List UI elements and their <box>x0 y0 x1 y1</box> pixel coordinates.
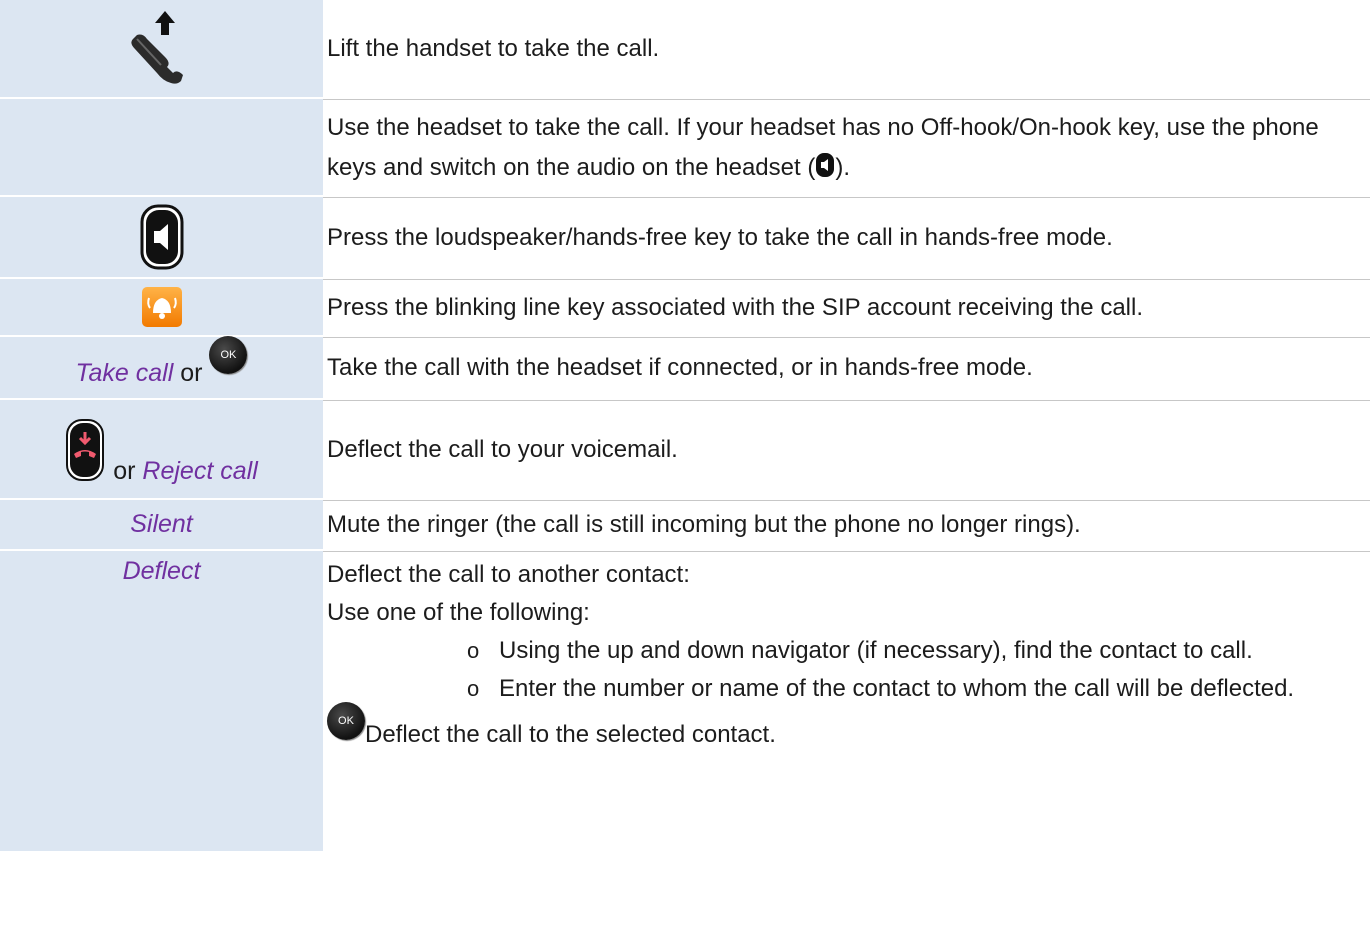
sub-item-text: Using the up and down navigator (if nece… <box>499 637 1253 664</box>
table-row: Lift the handset to take the call. <box>0 0 1370 99</box>
row-text: Mute the ringer (the call is still incom… <box>327 511 1081 538</box>
icon-cell <box>0 197 323 277</box>
icon-cell: Deflect <box>0 551 323 851</box>
row-text: Press the loudspeaker/hands-free key to … <box>327 223 1113 251</box>
icon-cell: or Reject call <box>0 400 323 498</box>
description-cell: Press the loudspeaker/hands-free key to … <box>323 197 1370 277</box>
row-text-line2: Use one of the following: <box>327 599 590 626</box>
icon-cell <box>0 99 323 195</box>
final-line: OK Deflect the call to the selected conta… <box>327 702 1370 754</box>
icon-cell: Silent <box>0 500 323 549</box>
table-row: Deflect Deflect the call to another cont… <box>0 551 1370 851</box>
or-text: or <box>180 359 203 387</box>
hangup-key-icon <box>66 419 105 481</box>
table-row: Take call or OK Take the call with the h… <box>0 336 1370 400</box>
row-text: Press the blinking line key associated w… <box>327 293 1143 321</box>
icon-cell <box>0 0 323 97</box>
icon-cell: Take call or OK <box>0 336 323 398</box>
description-cell: Deflect the call to another contact: Use… <box>323 551 1370 851</box>
or-text: or <box>113 457 136 485</box>
row-text: Deflect the call to your voicemail. <box>327 435 678 463</box>
handset-lift-icon <box>130 10 183 84</box>
row-text: Take the call with the headset if connec… <box>327 354 1033 381</box>
instructions-table: Lift the handset to take the call. Use t… <box>0 0 1370 851</box>
table-row: or Reject call Deflect the call to your … <box>0 400 1370 500</box>
description-cell: Take the call with the headset if connec… <box>323 337 1370 398</box>
description-cell: Mute the ringer (the call is still incom… <box>323 500 1370 549</box>
softkey-deflect: Deflect <box>122 557 201 585</box>
bullet: o <box>467 676 480 701</box>
softkey-reject-call: Reject call <box>142 457 258 485</box>
ok-label: OK <box>338 715 354 727</box>
softkey-take-call: Take call <box>75 359 174 387</box>
line-key-bell-icon <box>141 287 182 327</box>
row-text-part2: ). <box>835 153 850 181</box>
row-text-line1: Deflect the call to another contact: <box>327 561 690 588</box>
ok-label: OK <box>220 349 237 361</box>
table-row: Press the loudspeaker/hands-free key to … <box>0 197 1370 279</box>
list-item: o Using the up and down navigator (if ne… <box>467 632 1370 670</box>
loudspeaker-key-icon <box>140 204 183 270</box>
bullet: o <box>467 638 480 663</box>
table-row: Silent Mute the ringer (the call is stil… <box>0 500 1370 551</box>
sub-list: o Using the up and down navigator (if ne… <box>327 632 1370 708</box>
loudspeaker-key-icon <box>816 152 835 177</box>
icon-cell <box>0 279 323 335</box>
list-item: o Enter the number or name of the contac… <box>467 670 1370 708</box>
sub-item-text: Enter the number or name of the contact … <box>499 675 1295 702</box>
ok-key-icon: OK <box>209 336 248 374</box>
description-cell: Press the blinking line key associated w… <box>323 279 1370 335</box>
row-text: Use the headset to take the call. If you… <box>327 108 1370 188</box>
description-cell: Use the headset to take the call. If you… <box>323 99 1370 195</box>
softkey-silent: Silent <box>130 510 193 538</box>
description-cell: Lift the handset to take the call. <box>323 0 1370 97</box>
table-row: Press the blinking line key associated w… <box>0 279 1370 337</box>
row-text: Lift the handset to take the call. <box>327 34 660 62</box>
final-text: Deflect the call to the selected contact… <box>365 721 776 748</box>
description-cell: Deflect the call to your voicemail. <box>323 400 1370 498</box>
ok-key-icon: OK <box>327 702 365 740</box>
table-row: Use the headset to take the call. If you… <box>0 99 1370 197</box>
